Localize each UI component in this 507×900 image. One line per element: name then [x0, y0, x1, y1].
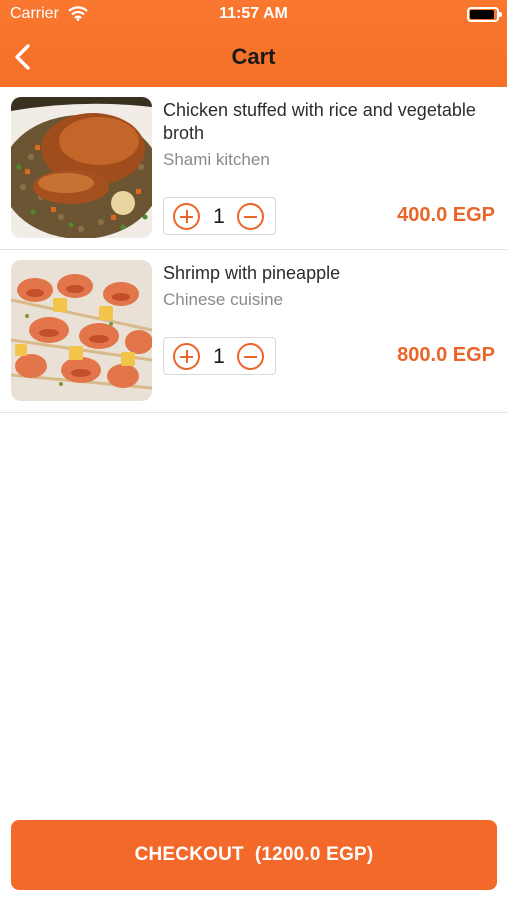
quantity-value: 1: [213, 345, 225, 368]
decrease-quantity-button[interactable]: [237, 343, 264, 370]
checkout-label: CHECKOUT: [134, 844, 244, 865]
quantity-stepper: 1: [163, 337, 276, 375]
food-image-chicken: [11, 97, 152, 238]
item-vendor: Chinese cuisine: [163, 290, 284, 309]
cart-item: Shrimp with pineapple Chinese cuisine 1 …: [0, 250, 507, 413]
battery-icon: [467, 7, 502, 22]
item-price: 800.0 EGP: [397, 344, 495, 366]
quantity-value: 1: [213, 205, 225, 228]
item-vendor: Shami kitchen: [163, 150, 270, 169]
page-title: Cart: [231, 44, 276, 69]
status-time: 11:57 AM: [219, 5, 288, 22]
status-bar: Carrier 11:57 AM: [0, 0, 507, 30]
decrease-quantity-button[interactable]: [237, 203, 264, 230]
increase-quantity-button[interactable]: [173, 203, 200, 230]
item-name: Shrimp with pineapple: [163, 263, 341, 283]
food-image-shrimp: [11, 260, 152, 401]
item-name: Chicken stuffed with rice and vegetable …: [163, 100, 476, 143]
cart-item: Chicken stuffed with rice and vegetable …: [0, 87, 507, 250]
checkout-button[interactable]: CHECKOUT (1200.0 EGP): [11, 820, 497, 890]
item-price: 400.0 EGP: [397, 204, 495, 226]
app-header: Carrier 11:57 AM Cart: [0, 0, 507, 87]
increase-quantity-button[interactable]: [173, 343, 200, 370]
quantity-stepper: 1: [163, 197, 276, 235]
checkout-total: (1200.0 EGP): [254, 844, 374, 865]
